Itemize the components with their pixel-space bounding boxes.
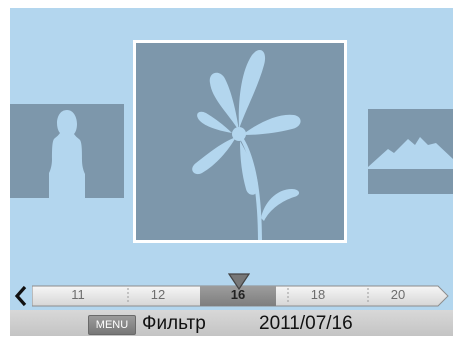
- menu-button[interactable]: MENU: [88, 315, 136, 335]
- timeline-scrubber[interactable]: 11 12 16 18 20: [10, 273, 453, 310]
- thumbnail-person[interactable]: [10, 104, 124, 198]
- timeline-tick: 20: [390, 287, 406, 302]
- timeline-tick: 12: [150, 287, 166, 302]
- flower-silhouette-icon: [192, 50, 301, 240]
- triangle-down-icon[interactable]: [228, 273, 250, 291]
- thumbnail-mountain[interactable]: [368, 109, 453, 194]
- date-label: 2011/07/16: [259, 313, 353, 334]
- bottom-bar: MENU Фильтр 2011/07/16: [10, 310, 453, 336]
- timeline-tick: 11: [71, 287, 85, 302]
- playback-screen: 11 12 16 18 20 MENU Фильтр 2011/07/16: [10, 8, 453, 336]
- thumbnail-flower-selected[interactable]: [133, 40, 347, 243]
- menu-label: Фильтр: [142, 313, 206, 334]
- timeline-tick: 18: [310, 287, 326, 302]
- chevron-left-icon[interactable]: [14, 285, 28, 307]
- person-silhouette-icon: [49, 110, 85, 198]
- mountain-silhouette-icon: [368, 137, 453, 169]
